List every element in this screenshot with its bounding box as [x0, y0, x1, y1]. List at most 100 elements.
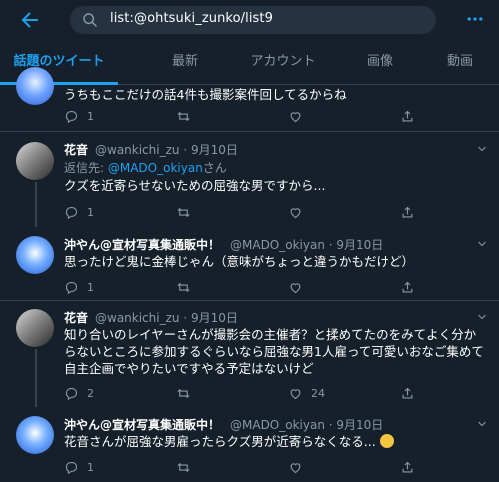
retweet-button[interactable] — [176, 108, 191, 124]
retweet-button[interactable] — [176, 204, 191, 220]
search-query: list:@ohtsuki_zunko/list9 — [110, 11, 273, 26]
share-icon — [402, 281, 413, 292]
back-arrow-icon[interactable] — [18, 8, 42, 32]
tab-images[interactable]: 画像 — [348, 40, 412, 84]
search-icon — [83, 13, 97, 27]
tweet-text-line: らないところに参加するぐらいなら屈強な男1人雇って可愛いおなご集めて — [64, 344, 484, 359]
thread-line — [35, 182, 37, 227]
like-button[interactable]: 24 — [288, 385, 325, 401]
handle-and-date[interactable]: @MADO_okiyan · 9月10日 — [230, 416, 383, 433]
top-bar: list:@ohtsuki_zunko/list9 — [0, 0, 499, 40]
retweet-icon — [177, 388, 190, 398]
reply-count: 1 — [87, 109, 94, 123]
share-button[interactable] — [400, 385, 415, 401]
chevron-down-icon[interactable] — [476, 238, 488, 250]
reply-count: 1 — [87, 280, 94, 294]
like-button[interactable] — [288, 108, 303, 124]
tweet-actions: 2 24 — [64, 385, 484, 401]
heart-icon — [290, 462, 301, 473]
share-button[interactable] — [400, 459, 415, 475]
reply-button[interactable]: 2 — [64, 385, 94, 401]
retweet-button[interactable] — [176, 279, 191, 295]
reply-icon — [65, 387, 78, 400]
retweet-icon — [177, 207, 190, 217]
chevron-down-icon[interactable] — [476, 143, 488, 155]
search-tabs: 話題のツイート 最新 アカウント 画像 動画 — [0, 40, 499, 85]
heart-icon — [290, 207, 301, 218]
heart-icon — [290, 111, 301, 122]
share-icon — [402, 387, 413, 398]
reply-icon — [65, 206, 78, 219]
avatar[interactable] — [16, 236, 54, 274]
reply-icon — [65, 110, 78, 123]
chevron-down-icon[interactable] — [476, 311, 488, 323]
tab-label: 画像 — [366, 54, 393, 69]
handle-and-date[interactable]: @wankichi_zu · 9月10日 — [95, 309, 238, 326]
like-button[interactable] — [288, 204, 303, 220]
chevron-down-icon[interactable] — [476, 418, 488, 430]
reply-icon — [65, 461, 78, 474]
tab-label: 話題のツイート — [13, 54, 105, 69]
share-icon — [402, 206, 413, 217]
reply-count: 2 — [87, 386, 94, 400]
reply-button[interactable]: 1 — [64, 108, 94, 124]
tweet[interactable]: 沖やん@宣材写真集通販中！ @MADO_okiyan · 9月10日 花音さんが… — [0, 408, 499, 482]
tweet-text: 思ったけど鬼に金棒じゃん（意味がちょっと違うかもだけど） — [64, 254, 415, 269]
share-button[interactable] — [400, 108, 415, 124]
tweet[interactable]: 花音 @wankichi_zu · 9月10日 返信先: @MADO_okiya… — [0, 132, 499, 227]
tweet-text-wrap: 花音さんが屈強な男雇ったらクズ男が近寄らなくなる... — [64, 433, 394, 450]
retweet-button[interactable] — [176, 459, 191, 475]
heart-icon — [290, 388, 301, 399]
reply-button[interactable]: 1 — [64, 459, 94, 475]
tweet-text: 花音さんが屈強な男雇ったらクズ男が近寄らなくなる... — [64, 434, 376, 449]
handle-and-date[interactable]: @wankichi_zu · 9月10日 — [95, 141, 238, 158]
reply-suffix: さん — [202, 161, 227, 175]
tweet-actions: 1 — [64, 459, 484, 475]
tweet[interactable]: うちもここだけの話4件も撮影案件回してるからね 1 — [0, 67, 499, 129]
reply-button[interactable]: 1 — [64, 279, 94, 295]
tab-label: アカウント — [250, 54, 316, 69]
display-name[interactable]: 花音 — [64, 141, 88, 158]
reply-button[interactable]: 1 — [64, 204, 94, 220]
tab-label: 動画 — [446, 54, 473, 69]
reply-user-link[interactable]: @MADO_okiyan — [108, 161, 203, 175]
reply-prefix: 返信先: — [64, 161, 108, 175]
tweet-text-line: 自主企画でやりたいですやる予定はないけど — [64, 361, 314, 376]
display-name[interactable]: 花音 — [64, 309, 88, 326]
reply-count: 1 — [87, 460, 94, 474]
tab-latest[interactable]: 最新 — [145, 40, 225, 84]
share-button[interactable] — [400, 279, 415, 295]
tab-accounts[interactable]: アカウント — [238, 40, 328, 84]
thread-line — [35, 349, 37, 407]
tweet-text: クズを近寄らせないための屈強な男ですから... — [64, 178, 326, 193]
handle-and-date[interactable]: @MADO_okiyan · 9月10日 — [230, 236, 383, 253]
tweet-actions: 1 — [64, 108, 484, 124]
like-button[interactable] — [288, 279, 303, 295]
avatar[interactable] — [16, 142, 54, 180]
avatar[interactable] — [16, 67, 54, 105]
tab-label: 最新 — [171, 54, 198, 69]
reply-context: 返信先: @MADO_okiyanさん — [64, 159, 227, 176]
share-button[interactable] — [400, 204, 415, 220]
display-name[interactable]: 沖やん@宣材写真集通販中！ — [64, 236, 220, 253]
tweet-text-line: 知り合いのレイヤーさんが撮影会の主催者？と揉めてたのをみてよく分か — [64, 327, 477, 342]
retweet-icon — [177, 462, 190, 472]
thinking-face-emoji-icon — [379, 434, 394, 448]
tweet-text: うちもここだけの話4件も撮影案件回してるからね — [64, 87, 347, 102]
more-options-icon[interactable] — [465, 9, 485, 29]
retweet-icon — [177, 111, 190, 121]
like-button[interactable] — [288, 459, 303, 475]
retweet-icon — [177, 282, 190, 292]
like-count: 24 — [311, 386, 325, 400]
tab-videos[interactable]: 動画 — [430, 40, 490, 84]
tweet[interactable]: 花音 @wankichi_zu · 9月10日 知り合いのレイヤーさんが撮影会の… — [0, 301, 499, 407]
avatar[interactable] — [16, 416, 54, 454]
tweet[interactable]: 沖やん@宣材写真集通販中！ @MADO_okiyan · 9月10日 思ったけど… — [0, 228, 499, 300]
share-icon — [402, 110, 413, 121]
search-input[interactable]: list:@ohtsuki_zunko/list9 — [70, 6, 436, 34]
display-name[interactable]: 沖やん@宣材写真集通販中！ — [64, 416, 220, 433]
reply-icon — [65, 281, 78, 294]
avatar[interactable] — [16, 309, 54, 347]
tweet-actions: 1 — [64, 204, 484, 220]
retweet-button[interactable] — [176, 385, 191, 401]
